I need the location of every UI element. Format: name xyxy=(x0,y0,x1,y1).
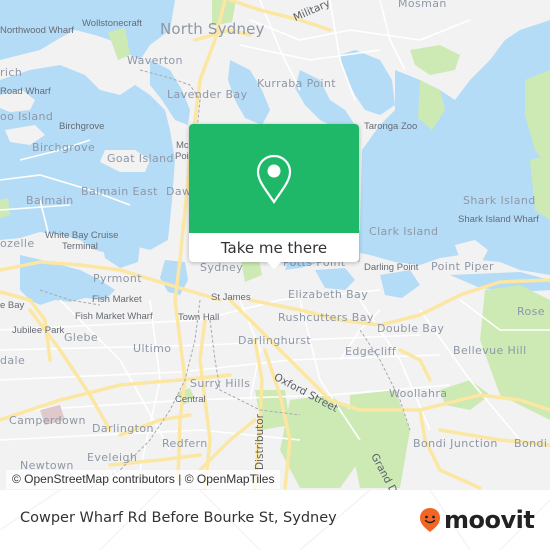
popup-header xyxy=(189,124,359,233)
label-surry-hills: Surry Hills xyxy=(190,377,251,390)
label-st-james: St James xyxy=(211,292,251,303)
label-goat-island: Goat Island xyxy=(107,152,174,165)
moovit-wordmark: moovit xyxy=(444,506,535,534)
label-north-sydney: North Sydney xyxy=(160,20,265,38)
label-cockatoo-island: oo Island xyxy=(0,110,54,123)
popup-pointer xyxy=(267,262,281,269)
label-ultimo: Ultimo xyxy=(133,342,172,355)
label-elizabeth-bay: Elizabeth Bay xyxy=(288,288,369,301)
label-rose-bay: Rose B xyxy=(517,305,550,318)
label-dawes-point: Daw xyxy=(166,185,192,198)
label-pyrmont: Pyrmont xyxy=(93,272,143,285)
map-attribution[interactable]: © OpenStreetMap contributors | © OpenMap… xyxy=(6,470,281,489)
label-greenwich: rich xyxy=(0,66,23,79)
label-bondi-junction: Bondi Junction xyxy=(413,437,498,450)
label-bay-left: e Bay xyxy=(0,300,25,311)
label-point-piper: Point Piper xyxy=(431,260,494,273)
label-clark-island: Clark Island xyxy=(369,225,439,238)
label-edgecliff: Edgecliff xyxy=(345,345,397,358)
label-balmain-east: Balmain East xyxy=(81,185,158,198)
label-camperdown: Camperdown xyxy=(9,414,86,427)
label-leichhardt: dale xyxy=(0,354,26,367)
label-shark-island-wharf: Shark Island Wharf xyxy=(458,214,539,225)
label-darling-point: Darling Point xyxy=(364,262,419,273)
label-central: Central xyxy=(175,394,206,405)
label-glebe: Glebe xyxy=(64,331,99,344)
label-birchgrove: Birchgrove xyxy=(32,141,96,154)
label-eastern-distributor: Distributor xyxy=(254,413,266,470)
moovit-logo: moovit xyxy=(419,506,535,534)
label-fish-market: Fish Market xyxy=(92,294,142,305)
label-lavender-bay: Lavender Bay xyxy=(167,88,248,101)
label-sydney: Sydney xyxy=(200,261,244,274)
label-taronga-zoo: Taronga Zoo xyxy=(364,121,418,132)
label-fish-market-wharf: Fish Market Wharf xyxy=(75,311,153,322)
label-white-bay-2: Terminal xyxy=(62,241,98,252)
label-redfern: Redfern xyxy=(162,437,208,450)
label-mcmahons-point-2: Poi xyxy=(175,151,189,162)
map-view[interactable]: North Sydney Military Mosman Wollstonecr… xyxy=(0,0,550,490)
label-town-hall: Town Hall xyxy=(178,312,220,323)
stop-title: Cowper Wharf Rd Before Bourke St, Sydney xyxy=(20,510,337,526)
label-jubilee-park: Jubilee Park xyxy=(12,325,65,336)
label-woollahra: Woollahra xyxy=(389,387,448,400)
label-bondi: Bondi xyxy=(514,437,548,450)
label-mcmahons-point: Mc xyxy=(176,140,189,151)
take-me-there-button[interactable]: Take me there xyxy=(189,233,359,262)
label-darlinghurst: Darlinghurst xyxy=(238,334,312,347)
label-double-bay: Double Bay xyxy=(377,322,445,335)
label-darlington: Darlington xyxy=(92,422,154,435)
label-mosman: Mosman xyxy=(398,0,447,10)
label-shark-island: Shark Island xyxy=(463,194,536,207)
label-kurraba-point: Kurraba Point xyxy=(257,77,336,90)
label-balmain: Balmain xyxy=(26,194,74,207)
moovit-smiley-pin-icon xyxy=(420,508,440,532)
take-me-there-popup[interactable]: Take me there xyxy=(189,124,359,269)
label-eveleigh: Eveleigh xyxy=(87,451,138,464)
label-white-bay: White Bay Cruise xyxy=(45,230,119,241)
label-northwood-wharf: Northwood Wharf xyxy=(0,25,74,36)
map-pin-icon xyxy=(256,154,292,204)
label-road-wharf: Road Wharf xyxy=(0,86,51,97)
label-bellevue-hill: Bellevue Hill xyxy=(453,344,527,357)
label-rushcutters-bay: Rushcutters Bay xyxy=(278,311,374,324)
label-birchgrove-wharf: Birchgrove xyxy=(59,121,105,132)
label-rozelle: ozelle xyxy=(0,237,35,250)
label-waverton: Waverton xyxy=(127,54,183,67)
label-wollstonecraft: Wollstonecraft xyxy=(82,18,143,29)
